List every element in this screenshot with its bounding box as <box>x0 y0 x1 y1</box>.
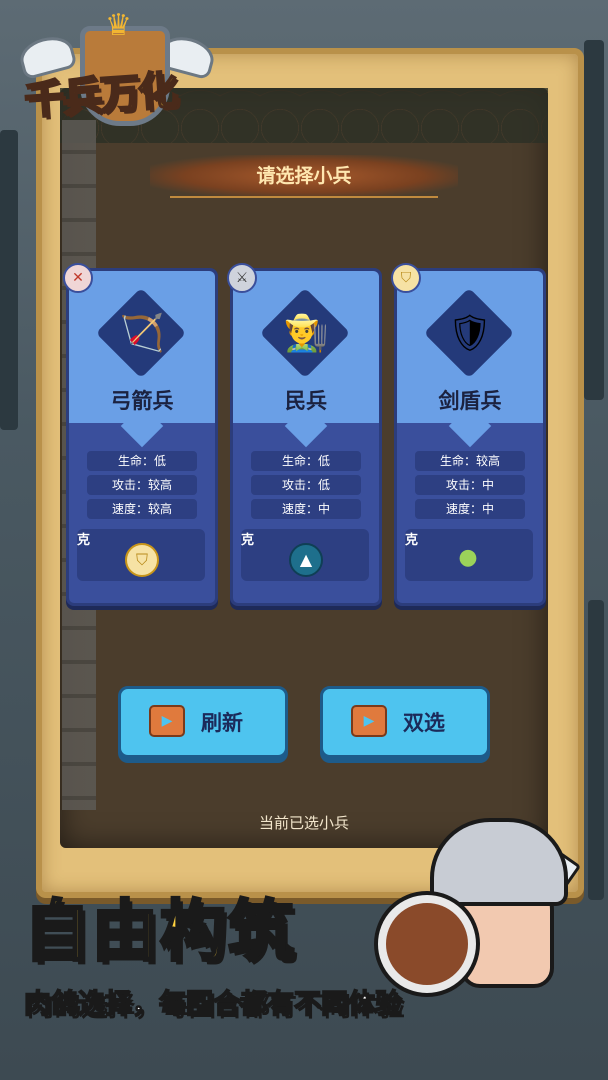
refresh-button-label: 刷新 <box>201 711 243 735</box>
slogan-title: 自由构筑 <box>23 892 296 972</box>
militia-icon: 👨‍🌾 <box>283 313 329 354</box>
shield-icon: ⛉ <box>125 543 159 577</box>
video-ad-icon: ▶ <box>351 705 387 737</box>
unit-card-archer[interactable]: ✕ 🏹 弓箭兵 生命：低 攻击：较高 速度：较高 克 ⛉ <box>63 263 218 606</box>
unit-name: 民兵 <box>285 389 327 413</box>
double-select-button[interactable]: ▶ 双选 <box>320 686 490 758</box>
stat-attack: 攻击：较高 <box>87 475 197 495</box>
select-soldier-title: 请选择小兵 <box>150 155 458 197</box>
stat-attack: 攻击：中 <box>415 475 525 495</box>
unit-name: 剑盾兵 <box>438 389 502 413</box>
unit-card-militia[interactable]: ⚔ 👨‍🌾 民兵 生命：低 攻击：低 速度：中 克 ▲ <box>227 263 382 606</box>
double-select-button-label: 双选 <box>403 711 445 735</box>
swordsman-icon: 🛡 <box>447 313 493 354</box>
counter-label: 克 <box>77 533 91 548</box>
title-divider <box>170 196 438 198</box>
counter-label: 克 <box>241 533 255 548</box>
archer-icon: 🏹 <box>119 313 165 354</box>
stat-speed: 速度：较高 <box>87 499 197 519</box>
stat-speed: 速度：中 <box>251 499 361 519</box>
counter-label: 克 <box>405 533 419 548</box>
sword-icon: ⚔ <box>227 263 257 293</box>
crossed-bow-icon: ✕ <box>63 263 93 293</box>
logo-title: 千兵万化 <box>22 67 179 125</box>
game-logo: ♛ 千兵万化 <box>10 8 218 128</box>
stat-health: 生命：较高 <box>415 451 525 471</box>
video-ad-icon: ▶ <box>149 705 185 737</box>
stat-speed: 速度：中 <box>415 499 525 519</box>
background-tree <box>584 40 604 400</box>
unit-card-swordsman[interactable]: ⛉ 🛡 剑盾兵 生命：较高 攻击：中 速度：中 克 ● <box>391 263 546 606</box>
slogan-subtitle: 肉鸽选择，每回合都有不同体验 <box>23 988 403 1021</box>
stat-health: 生命：低 <box>87 451 197 471</box>
refresh-button[interactable]: ▶ 刷新 <box>118 686 288 758</box>
slime-icon: ● <box>458 545 478 570</box>
stat-health: 生命：低 <box>251 451 361 471</box>
background-tree <box>0 130 18 430</box>
knight-shield <box>378 895 476 993</box>
stat-attack: 攻击：低 <box>251 475 361 495</box>
mountain-icon: ▲ <box>289 543 323 577</box>
background-tree <box>588 600 604 900</box>
shield-icon: ⛉ <box>391 263 421 293</box>
crown-icon: ♛ <box>105 8 132 43</box>
unit-name: 弓箭兵 <box>110 389 174 413</box>
